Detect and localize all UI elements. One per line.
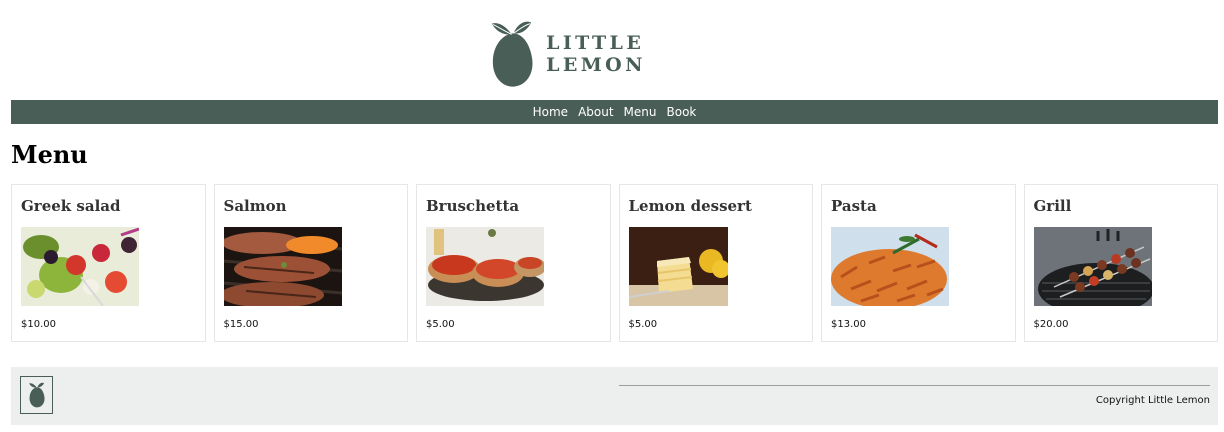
lemon-dessert-image	[628, 227, 728, 306]
menu-card-grill[interactable]: Grill $20.00	[1023, 184, 1218, 342]
menu-item-name: Lemon dessert	[628, 197, 752, 215]
lemon-logo-icon	[28, 382, 45, 408]
logo-wordmark: LITTLE LEMON	[546, 32, 646, 76]
menu-item-price: $15.00	[223, 319, 259, 330]
menu-item-name: Greek salad	[21, 197, 121, 215]
menu-item-price: $10.00	[21, 319, 56, 330]
footer-divider	[619, 385, 1210, 386]
greek-salad-image	[21, 227, 139, 306]
pasta-image	[831, 227, 949, 306]
nav-home[interactable]: Home	[533, 105, 568, 119]
menu-item-price: $5.00	[628, 319, 658, 330]
menu-card-bruschetta[interactable]: Bruschetta $5.00	[416, 184, 611, 342]
site-header: LITTLE LEMON	[0, 0, 1224, 100]
salmon-image	[223, 227, 342, 306]
nav-about[interactable]: About	[578, 105, 613, 119]
menu-item-name: Bruschetta	[426, 197, 520, 215]
menu-item-price: $13.00	[831, 319, 866, 330]
nav-book[interactable]: Book	[667, 105, 697, 119]
page-title: Menu	[11, 140, 88, 169]
menu-item-name: Pasta	[831, 197, 877, 215]
bruschetta-image	[426, 227, 544, 306]
copyright-text: Copyright Little Lemon	[1095, 395, 1210, 406]
menu-item-price: $5.00	[426, 319, 455, 330]
menu-card-list: Greek salad $10.00 Salmon $15.00 Brusche…	[11, 184, 1218, 342]
menu-item-name: Grill	[1033, 197, 1072, 215]
menu-card-lemon-dessert[interactable]: Lemon dessert $5.00	[618, 184, 813, 342]
site-footer: Copyright Little Lemon	[11, 367, 1218, 425]
menu-item-name: Salmon	[223, 197, 287, 215]
lemon-logo-icon	[491, 21, 533, 87]
site-logo[interactable]: LITTLE LEMON	[490, 18, 750, 90]
menu-card-salmon[interactable]: Salmon $15.00	[213, 184, 408, 342]
nav-menu[interactable]: Menu	[624, 105, 657, 119]
grill-image	[1033, 227, 1152, 306]
menu-item-price: $20.00	[1033, 319, 1069, 330]
menu-card-pasta[interactable]: Pasta $13.00	[821, 184, 1016, 342]
footer-logo[interactable]	[20, 376, 53, 414]
main-nav: Home About Menu Book	[11, 100, 1218, 124]
menu-card-greek-salad[interactable]: Greek salad $10.00	[11, 184, 206, 342]
